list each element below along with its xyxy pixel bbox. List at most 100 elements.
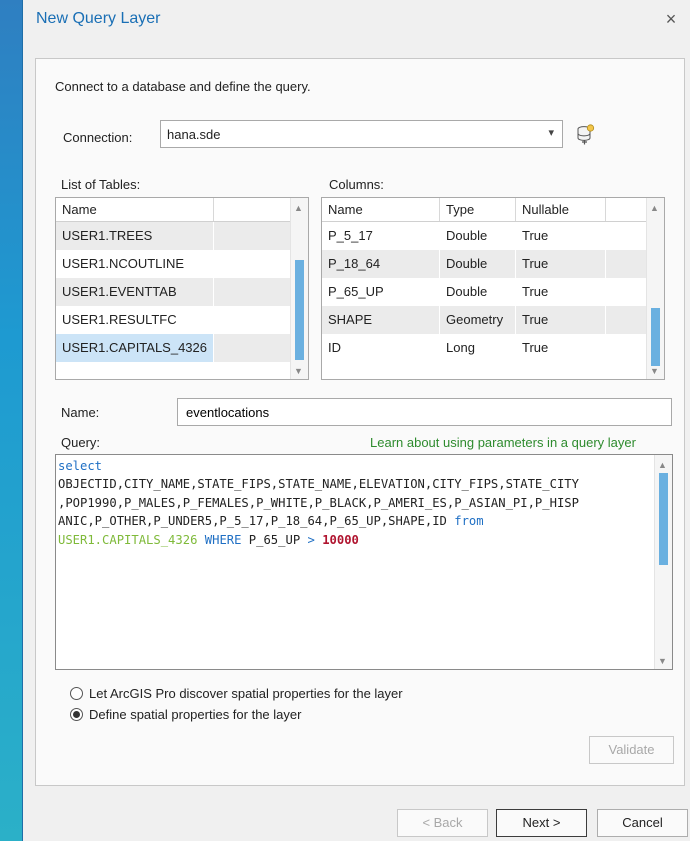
radio-circle[interactable] xyxy=(70,687,83,700)
column-row[interactable]: ID Long True xyxy=(322,334,648,362)
column-type: Double xyxy=(440,278,516,306)
query-line: OBJECTID,CITY_NAME,STATE_FIPS,STATE_NAME… xyxy=(58,475,648,493)
scroll-down-icon[interactable]: ▼ xyxy=(658,656,667,666)
column-row[interactable]: P_5_17 Double True xyxy=(322,222,648,250)
column-type: Double xyxy=(440,222,516,250)
table-name: USER1.RESULTFC xyxy=(56,306,214,334)
validate-button[interactable]: Validate xyxy=(589,736,674,764)
query-line: ANIC,P_OTHER,P_UNDER5,P_5_17,P_18_64,P_6… xyxy=(58,512,648,530)
query-line: select xyxy=(58,457,648,475)
connection-label: Connection: xyxy=(63,130,133,145)
radio-selected-dot xyxy=(73,711,80,718)
query-token: ANIC,P_OTHER,P_UNDER5,P_5_17,P_18_64,P_6… xyxy=(58,514,455,529)
column-nullable: True xyxy=(516,306,606,334)
table-name: USER1.TREES xyxy=(56,222,214,250)
query-token: ,POP1990,P_MALES,P_FEMALES,P_WHITE,P_BLA… xyxy=(58,495,579,510)
scroll-down-icon[interactable]: ▼ xyxy=(650,366,659,376)
database-connection-icon xyxy=(577,124,595,145)
scroll-up-icon[interactable]: ▲ xyxy=(650,203,659,213)
scroll-thumb[interactable] xyxy=(295,260,304,360)
query-token: P_65_UP xyxy=(241,532,308,547)
column-name: P_65_UP xyxy=(322,278,440,306)
columns-header-nullable[interactable]: Nullable xyxy=(516,198,606,221)
columns-header-row: Name Type Nullable xyxy=(322,198,648,222)
radio-label: Define spatial properties for the layer xyxy=(89,707,302,722)
query-token: WHERE xyxy=(204,532,242,547)
table-row[interactable]: USER1.EVENTTAB xyxy=(56,278,292,306)
query-token: 10000 xyxy=(322,532,359,547)
title-bar: New Query Layer × xyxy=(23,0,690,40)
columns-header-blank xyxy=(606,198,648,221)
back-button[interactable]: < Back xyxy=(397,809,488,837)
tables-header-blank xyxy=(214,198,292,221)
background-strip xyxy=(0,0,22,841)
query-token: select xyxy=(58,459,103,473)
table-name: USER1.EVENTTAB xyxy=(56,278,214,306)
chevron-down-icon: ▾ xyxy=(548,127,554,139)
table-name: USER1.NCOUTLINE xyxy=(56,250,214,278)
name-label: Name: xyxy=(61,405,100,420)
column-row[interactable]: P_65_UP Double True xyxy=(322,278,648,306)
next-button[interactable]: Next > xyxy=(496,809,587,837)
query-parameters-help-link[interactable]: Learn about using parameters in a query … xyxy=(370,435,636,450)
query-scrollbar[interactable]: ▲ ▼ xyxy=(654,455,672,669)
tables-list[interactable]: Name USER1.TREES USER1.NCOUTLINE USER1.E… xyxy=(55,197,309,380)
columns-scrollbar[interactable]: ▲ ▼ xyxy=(646,198,664,379)
layer-name-input[interactable] xyxy=(177,398,672,426)
column-type: Double xyxy=(440,250,516,278)
query-token xyxy=(197,533,204,547)
column-name: SHAPE xyxy=(322,306,440,334)
column-row[interactable]: P_18_64 Double True xyxy=(322,250,648,278)
tables-scrollbar[interactable]: ▲ ▼ xyxy=(290,198,308,379)
column-type: Geometry xyxy=(440,306,516,334)
tables-header-row: Name xyxy=(56,198,292,222)
radio-define-spatial[interactable]: Define spatial properties for the layer xyxy=(70,707,490,725)
connection-value: hana.sde xyxy=(167,127,221,142)
column-name: P_18_64 xyxy=(322,250,440,278)
scroll-up-icon[interactable]: ▲ xyxy=(294,203,303,213)
column-name: ID xyxy=(322,334,440,362)
column-name: P_5_17 xyxy=(322,222,440,250)
query-panel: Connect to a database and define the que… xyxy=(35,58,685,786)
query-line: USER1.CAPITALS_4326 WHERE P_65_UP > 1000… xyxy=(58,531,648,549)
tables-label: List of Tables: xyxy=(61,177,141,192)
query-token: > xyxy=(307,532,315,547)
query-token: from xyxy=(454,514,484,529)
radio-circle[interactable] xyxy=(70,708,83,721)
column-nullable: True xyxy=(516,250,606,278)
scroll-down-icon[interactable]: ▼ xyxy=(294,366,303,376)
columns-label: Columns: xyxy=(329,177,384,192)
scroll-up-icon[interactable]: ▲ xyxy=(658,460,667,470)
columns-header-name[interactable]: Name xyxy=(322,198,440,221)
query-text[interactable]: select OBJECTID,CITY_NAME,STATE_FIPS,STAT… xyxy=(58,457,648,549)
radio-discover-spatial[interactable]: Let ArcGIS Pro discover spatial properti… xyxy=(70,686,490,704)
new-connection-button[interactable] xyxy=(573,123,597,147)
query-token: USER1.CAPITALS_4326 xyxy=(58,532,198,547)
scroll-thumb[interactable] xyxy=(651,308,660,366)
query-editor[interactable]: select OBJECTID,CITY_NAME,STATE_FIPS,STAT… xyxy=(55,454,673,670)
table-row[interactable]: USER1.RESULTFC xyxy=(56,306,292,334)
query-token: OBJECTID,CITY_NAME,STATE_FIPS,STATE_NAME… xyxy=(58,477,579,492)
close-button[interactable]: × xyxy=(661,8,681,29)
table-row-selected[interactable]: USER1.CAPITALS_4326 xyxy=(56,334,292,362)
cancel-button[interactable]: Cancel xyxy=(597,809,688,837)
table-row[interactable]: USER1.TREES xyxy=(56,222,292,250)
new-query-layer-dialog: New Query Layer × Connect to a database … xyxy=(22,0,690,841)
table-name: USER1.CAPITALS_4326 xyxy=(56,334,214,362)
table-row[interactable]: USER1.NCOUTLINE xyxy=(56,250,292,278)
connection-dropdown[interactable]: hana.sde ▾ xyxy=(160,120,563,148)
column-nullable: True xyxy=(516,278,606,306)
column-nullable: True xyxy=(516,334,606,362)
dialog-title: New Query Layer xyxy=(36,10,161,27)
intro-text: Connect to a database and define the que… xyxy=(55,79,311,94)
columns-header-type[interactable]: Type xyxy=(440,198,516,221)
columns-list[interactable]: Name Type Nullable P_5_17 Double True P_… xyxy=(321,197,665,380)
tables-header-name[interactable]: Name xyxy=(56,198,214,221)
column-type: Long xyxy=(440,334,516,362)
radio-label: Let ArcGIS Pro discover spatial properti… xyxy=(89,686,403,701)
column-row[interactable]: SHAPE Geometry True xyxy=(322,306,648,334)
scroll-thumb[interactable] xyxy=(659,473,668,565)
query-line: ,POP1990,P_MALES,P_FEMALES,P_WHITE,P_BLA… xyxy=(58,494,648,512)
column-nullable: True xyxy=(516,222,606,250)
query-label: Query: xyxy=(61,435,101,450)
